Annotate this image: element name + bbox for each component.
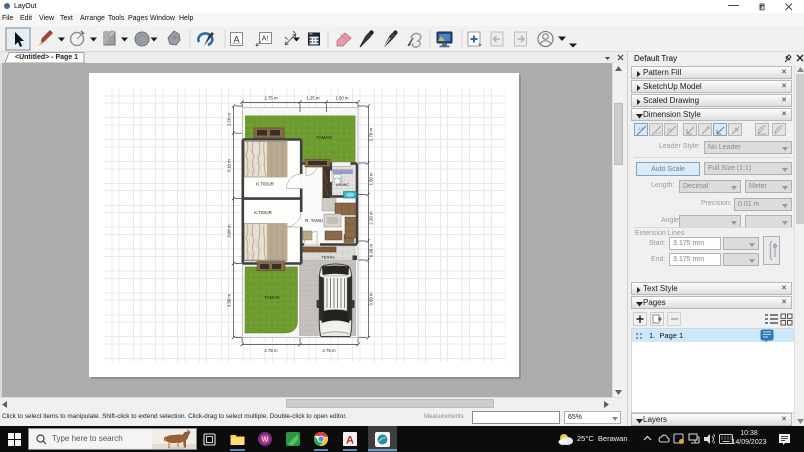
svg-text:3.50 m: 3.50 m (369, 292, 374, 306)
svg-text:A: A (233, 35, 239, 45)
svg-text:3.08 m: 3.08 m (227, 224, 232, 238)
svg-text:A!: A! (262, 36, 269, 43)
svg-text:1.50 m: 1.50 m (369, 172, 374, 186)
svg-text:1.25 m: 1.25 m (306, 96, 320, 101)
svg-text:TAMAN: TAMAN (316, 135, 331, 140)
svg-text:1.50 m: 1.50 m (335, 96, 349, 101)
svg-text:2.75 m: 2.75 m (264, 96, 278, 101)
svg-text:KM/WC: KM/WC (336, 183, 349, 187)
svg-text:2.75 m: 2.75 m (322, 348, 336, 353)
svg-text:W: W (262, 437, 269, 444)
svg-text:15: 15 (667, 127, 672, 132)
svg-text:2.75 m: 2.75 m (264, 348, 278, 353)
svg-text:3.50 m: 3.50 m (227, 294, 232, 308)
svg-text:1.5: 1.5 (655, 130, 661, 135)
svg-text:K.TIDUR: K.TIDUR (256, 182, 274, 187)
svg-text:R. TAMU: R. TAMU (305, 218, 323, 223)
svg-text:A: A (346, 435, 354, 447)
svg-text:3.10 m: 3.10 m (227, 159, 232, 173)
svg-text:2.20 m: 2.20 m (369, 211, 374, 225)
svg-text:TAMAN: TAMAN (264, 295, 279, 300)
svg-text:K.TIDUR: K.TIDUR (254, 210, 272, 215)
svg-text:1.5: 1.5 (638, 126, 644, 131)
svg-text:2.70 m: 2.70 m (369, 128, 374, 142)
svg-text:1.29 m: 1.29 m (227, 113, 232, 127)
svg-text:TERAS: TERAS (321, 255, 335, 260)
svg-text:0.90 m: 0.90 m (369, 244, 374, 258)
